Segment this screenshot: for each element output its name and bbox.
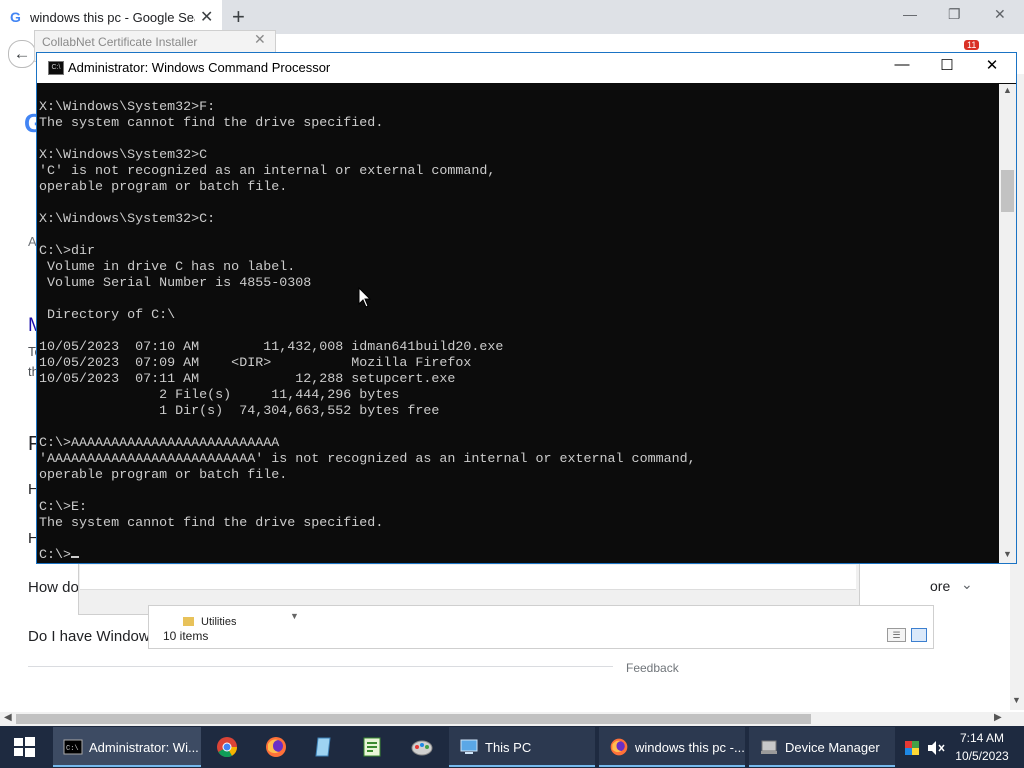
- collabnet-close-button[interactable]: ✕: [254, 31, 266, 48]
- tab-close-icon[interactable]: ✕: [200, 7, 213, 27]
- console-line: C:\>dir: [39, 244, 96, 259]
- divider: [28, 666, 613, 667]
- status-item-count: 10 items: [163, 629, 209, 643]
- cmd-window-title: Administrator: Windows Command Processor: [68, 60, 331, 75]
- folder-label[interactable]: Utilities: [201, 616, 236, 626]
- device-manager-icon: [761, 740, 777, 754]
- console-line: Directory of C:\: [47, 308, 176, 323]
- chevron-down-icon[interactable]: ▼: [290, 611, 299, 621]
- cmd-scrollbar[interactable]: [999, 84, 1016, 563]
- windows-start-icon[interactable]: [0, 726, 48, 768]
- explorer-window[interactable]: [148, 605, 934, 649]
- explorer-content-area: [80, 565, 856, 590]
- console-lines: X:\Windows\System32>F: The system cannot…: [39, 100, 696, 531]
- console-line: 10/05/2023 07:10 AM 11,432,008 idman641b…: [39, 340, 504, 355]
- scroll-up-arrow-icon[interactable]: ▲: [1003, 85, 1012, 95]
- console-line: 'AAAAAAAAAAAAAAAAAAAAAAAAAA' is not reco…: [39, 452, 696, 467]
- console-line: Volume in drive C has no label.: [47, 260, 296, 275]
- cmd-console-output[interactable]: X:\Windows\System32>F: The system cannot…: [39, 100, 999, 564]
- cmd-close-button[interactable]: ✕: [977, 56, 1007, 74]
- computer-icon: [460, 739, 478, 754]
- scroll-right-arrow-icon[interactable]: ▶: [994, 712, 1002, 723]
- collabnet-window-title: CollabNet Certificate Installer: [42, 35, 198, 49]
- console-line: 2 File(s) 11,444,296 bytes: [159, 388, 400, 403]
- cmd-app-icon: C:\: [48, 61, 64, 75]
- related-question[interactable]: How do: [28, 579, 79, 596]
- taskbar-firefox-label: windows this pc -...: [635, 740, 745, 755]
- feedback-link[interactable]: Feedback: [626, 661, 679, 675]
- chrome-icon[interactable]: [215, 735, 239, 759]
- color-tray-icon[interactable]: [904, 740, 920, 756]
- console-line: C:\>AAAAAAAAAAAAAAAAAAAAAAAAAA: [39, 436, 280, 451]
- console-line: C:\>E:: [39, 500, 88, 515]
- taskbar-clock-date[interactable]: 10/5/2023: [952, 749, 1012, 763]
- extension-badge[interactable]: 11: [964, 40, 980, 50]
- back-button[interactable]: ←: [8, 40, 36, 68]
- console-line: 10/05/2023 07:11 AM 12,288 setupcert.exe: [39, 372, 456, 387]
- large-icons-view-icon[interactable]: [911, 628, 927, 642]
- more-label[interactable]: ore: [930, 578, 950, 594]
- console-line: X:\Windows\System32>F:: [39, 100, 216, 115]
- details-view-icon[interactable]: ☰: [887, 628, 906, 642]
- scroll-down-arrow-icon[interactable]: ▼: [1003, 549, 1012, 559]
- chevron-down-icon[interactable]: ⌄: [961, 576, 973, 593]
- horizontal-scroll-thumb[interactable]: [16, 714, 811, 724]
- browser-minimize-button[interactable]: —: [903, 6, 917, 22]
- google-favicon-icon: G: [10, 9, 21, 25]
- scroll-down-arrow-icon[interactable]: ▼: [1012, 695, 1021, 705]
- notepad-icon[interactable]: [312, 735, 336, 759]
- text-cursor: [71, 556, 80, 558]
- browser-tab-title[interactable]: windows this pc - Google Search: [30, 10, 195, 25]
- console-line: operable program or batch file.: [39, 468, 288, 483]
- console-line: operable program or batch file.: [39, 180, 288, 195]
- console-line: The system cannot find the drive specifi…: [39, 516, 384, 531]
- spreadsheet-icon[interactable]: [360, 735, 384, 759]
- folder-icon: [183, 617, 194, 626]
- taskbar-device-manager-label: Device Manager: [785, 740, 880, 755]
- console-line: X:\Windows\System32>C: [39, 148, 208, 163]
- console-line: 1 Dir(s) 74,304,663,552 bytes free: [159, 404, 440, 419]
- console-line: 10/05/2023 07:09 AM <DIR> Mozilla Firefo…: [39, 356, 472, 371]
- console-prompt: C:\>: [39, 548, 72, 563]
- new-tab-button[interactable]: +: [232, 4, 245, 30]
- firefox-icon[interactable]: [264, 735, 288, 759]
- cmd-icon: C:\: [63, 739, 83, 755]
- console-line: Volume Serial Number is 4855-0308: [47, 276, 312, 291]
- paint-icon[interactable]: [410, 735, 434, 759]
- mouse-pointer-icon: [358, 287, 372, 308]
- taskbar-thispc-label: This PC: [485, 740, 532, 755]
- taskbar-clock-time[interactable]: 7:14 AM: [952, 731, 1012, 745]
- browser-restore-button[interactable]: ❐: [948, 6, 961, 23]
- taskbar-cmd-button[interactable]: C:\ Administrator: Wi...: [53, 727, 201, 767]
- taskbar-cmd-label: Administrator: Wi...: [89, 740, 199, 755]
- taskbar-device-manager-button[interactable]: Device Manager: [749, 727, 895, 767]
- console-line: The system cannot find the drive specifi…: [39, 116, 384, 131]
- cmd-scroll-thumb[interactable]: [1001, 170, 1014, 212]
- taskbar-thispc-button[interactable]: This PC: [449, 727, 595, 767]
- console-line: 'C' is not recognized as an internal or …: [39, 164, 496, 179]
- firefox-icon: [610, 738, 628, 756]
- cmd-maximize-button[interactable]: ☐: [932, 56, 962, 74]
- svg-text:C:\: C:\: [66, 745, 79, 753]
- cmd-minimize-button[interactable]: —: [887, 56, 917, 73]
- browser-close-button[interactable]: ✕: [994, 6, 1006, 23]
- volume-muted-icon[interactable]: [926, 740, 946, 756]
- console-line: X:\Windows\System32>C:: [39, 212, 216, 227]
- related-question[interactable]: Do I have Window: [28, 628, 150, 645]
- console-text: X:\Windows\System32>F: The system cannot…: [39, 100, 999, 564]
- scroll-left-arrow-icon[interactable]: ◀: [4, 712, 12, 723]
- taskbar-firefox-button[interactable]: windows this pc -...: [599, 727, 745, 767]
